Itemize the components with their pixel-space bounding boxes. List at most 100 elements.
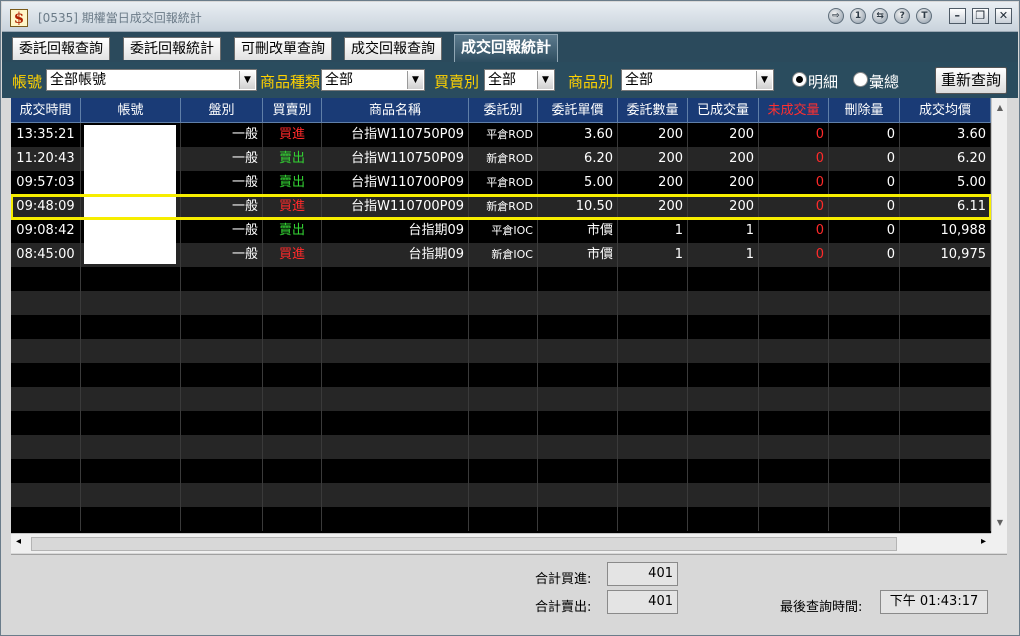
- cell-avg-price: [900, 435, 991, 459]
- empty-table-row: [11, 267, 991, 291]
- col-session[interactable]: 盤別: [181, 98, 263, 123]
- side-select[interactable]: 全部 ▼: [484, 69, 555, 91]
- cell-filled-qty: [688, 411, 759, 435]
- empty-table-row: [11, 435, 991, 459]
- cell-session: [181, 435, 263, 459]
- cell-account: [81, 507, 181, 531]
- chevron-down-icon[interactable]: ▼: [756, 71, 772, 89]
- cell-fill-time: [11, 315, 81, 339]
- cell-account: [81, 339, 181, 363]
- col-account[interactable]: 帳號: [81, 98, 181, 123]
- cell-product: [322, 483, 469, 507]
- scroll-left-icon[interactable]: ◂: [16, 536, 21, 547]
- cell-session: [181, 507, 263, 531]
- cell-filled-qty: [688, 315, 759, 339]
- cell-fill-time: [11, 363, 81, 387]
- col-side[interactable]: 買賣別: [263, 98, 322, 123]
- col-order-type[interactable]: 委託別: [469, 98, 538, 123]
- col-unfilled-qty[interactable]: 未成交量: [759, 98, 829, 123]
- product-select[interactable]: 全部 ▼: [621, 69, 774, 91]
- cell-session: [181, 459, 263, 483]
- side-label: 買賣別: [434, 73, 480, 91]
- col-order-qty[interactable]: 委託數量: [618, 98, 688, 123]
- cell-account: [81, 267, 181, 291]
- requery-button[interactable]: 重新查詢: [935, 67, 1007, 94]
- maximize-button[interactable]: ❐: [971, 8, 989, 24]
- empty-table-row: [11, 387, 991, 411]
- tab-order-report-stats[interactable]: 委託回報統計: [123, 37, 221, 60]
- window-number-icon[interactable]: 1: [850, 8, 867, 24]
- vertical-scrollbar[interactable]: ▲ ▼: [991, 98, 1007, 533]
- cell-order-qty: [618, 459, 688, 483]
- cell-order-price: 市價: [538, 219, 618, 243]
- sell-total-value: 401: [607, 590, 678, 614]
- account-select-value: 全部帳號: [50, 72, 106, 88]
- scroll-up-icon[interactable]: ▲: [992, 100, 1008, 116]
- cell-side: 賣出: [263, 147, 322, 171]
- close-button[interactable]: ✕: [995, 8, 1012, 24]
- cell-filled-qty: 200: [688, 171, 759, 195]
- cell-session: 一般: [181, 147, 263, 171]
- radio-detail-label[interactable]: 明細: [808, 71, 838, 92]
- cell-cancelled-qty: 0: [829, 195, 900, 219]
- cell-side: [263, 291, 322, 315]
- col-cancelled-qty[interactable]: 刪除量: [829, 98, 900, 123]
- cell-unfilled-qty: [759, 363, 829, 387]
- cell-avg-price: [900, 315, 991, 339]
- cell-order-price: [538, 363, 618, 387]
- cell-cancelled-qty: 0: [829, 219, 900, 243]
- cell-side: 買進: [263, 195, 322, 219]
- scroll-right-icon[interactable]: ▸: [981, 536, 986, 547]
- radio-detail[interactable]: [792, 72, 807, 87]
- app-window: $ [0535] 期權當日成交回報統計 ⇨ 1 ⇆ ? T – ❐ ✕ 委託回報…: [0, 0, 1020, 636]
- col-fill-time[interactable]: 成交時間: [11, 98, 81, 123]
- col-filled-qty[interactable]: 已成交量: [688, 98, 759, 123]
- title-button-group: ⇨ 1 ⇆ ? T – ❐ ✕: [826, 8, 1012, 26]
- tab-cancelable-query[interactable]: 可刪改單查詢: [234, 37, 332, 60]
- topmost-icon[interactable]: T: [916, 8, 933, 24]
- chevron-down-icon[interactable]: ▼: [239, 71, 255, 89]
- empty-table-row: [11, 363, 991, 387]
- cell-order-qty: 200: [618, 195, 688, 219]
- col-order-price[interactable]: 委託單價: [538, 98, 618, 123]
- cell-order-qty: [618, 339, 688, 363]
- cell-session: [181, 483, 263, 507]
- cell-unfilled-qty: 0: [759, 243, 829, 267]
- cell-product: [322, 435, 469, 459]
- radio-summary[interactable]: [853, 72, 868, 87]
- cell-cancelled-qty: 0: [829, 147, 900, 171]
- fill-report-grid[interactable]: 成交時間 帳號 盤別 買賣別 商品名稱 委託別 委託單價 委託數量 已成交量 未…: [11, 98, 991, 533]
- cell-fill-time: 09:48:09: [11, 195, 81, 219]
- tab-fill-report-stats[interactable]: 成交回報統計: [454, 34, 559, 62]
- minimize-button[interactable]: –: [948, 8, 966, 24]
- scroll-down-icon[interactable]: ▼: [992, 515, 1008, 531]
- tab-order-report-query[interactable]: 委託回報查詢: [12, 37, 110, 60]
- help-icon[interactable]: ?: [894, 8, 911, 24]
- cell-session: 一般: [181, 195, 263, 219]
- chevron-down-icon[interactable]: ▼: [407, 71, 423, 89]
- cell-session: 一般: [181, 219, 263, 243]
- horizontal-scrollbar[interactable]: ◂ ▸: [11, 533, 991, 553]
- cell-order-type: [469, 411, 538, 435]
- radio-summary-label[interactable]: 彙總: [869, 71, 899, 92]
- tab-fill-report-query[interactable]: 成交回報查詢: [344, 37, 442, 60]
- horizontal-scroll-thumb[interactable]: [31, 537, 897, 551]
- cell-session: [181, 315, 263, 339]
- cell-unfilled-qty: [759, 507, 829, 531]
- cell-cancelled-qty: [829, 435, 900, 459]
- cell-product: [322, 315, 469, 339]
- cell-side: [263, 315, 322, 339]
- col-avg-price[interactable]: 成交均價: [900, 98, 991, 123]
- chevron-down-icon[interactable]: ▼: [537, 71, 553, 89]
- empty-table-row: [11, 339, 991, 363]
- product-type-select[interactable]: 全部 ▼: [321, 69, 425, 91]
- account-label: 帳號: [12, 73, 43, 91]
- col-product[interactable]: 商品名稱: [322, 98, 469, 123]
- cell-account: [81, 411, 181, 435]
- account-select[interactable]: 全部帳號 ▼: [46, 69, 257, 91]
- cell-session: 一般: [181, 243, 263, 267]
- cell-avg-price: 10,975: [900, 243, 991, 267]
- link-arrow-icon[interactable]: ⇨: [827, 8, 844, 24]
- account-redaction: [84, 125, 176, 264]
- swap-icon[interactable]: ⇆: [872, 8, 889, 24]
